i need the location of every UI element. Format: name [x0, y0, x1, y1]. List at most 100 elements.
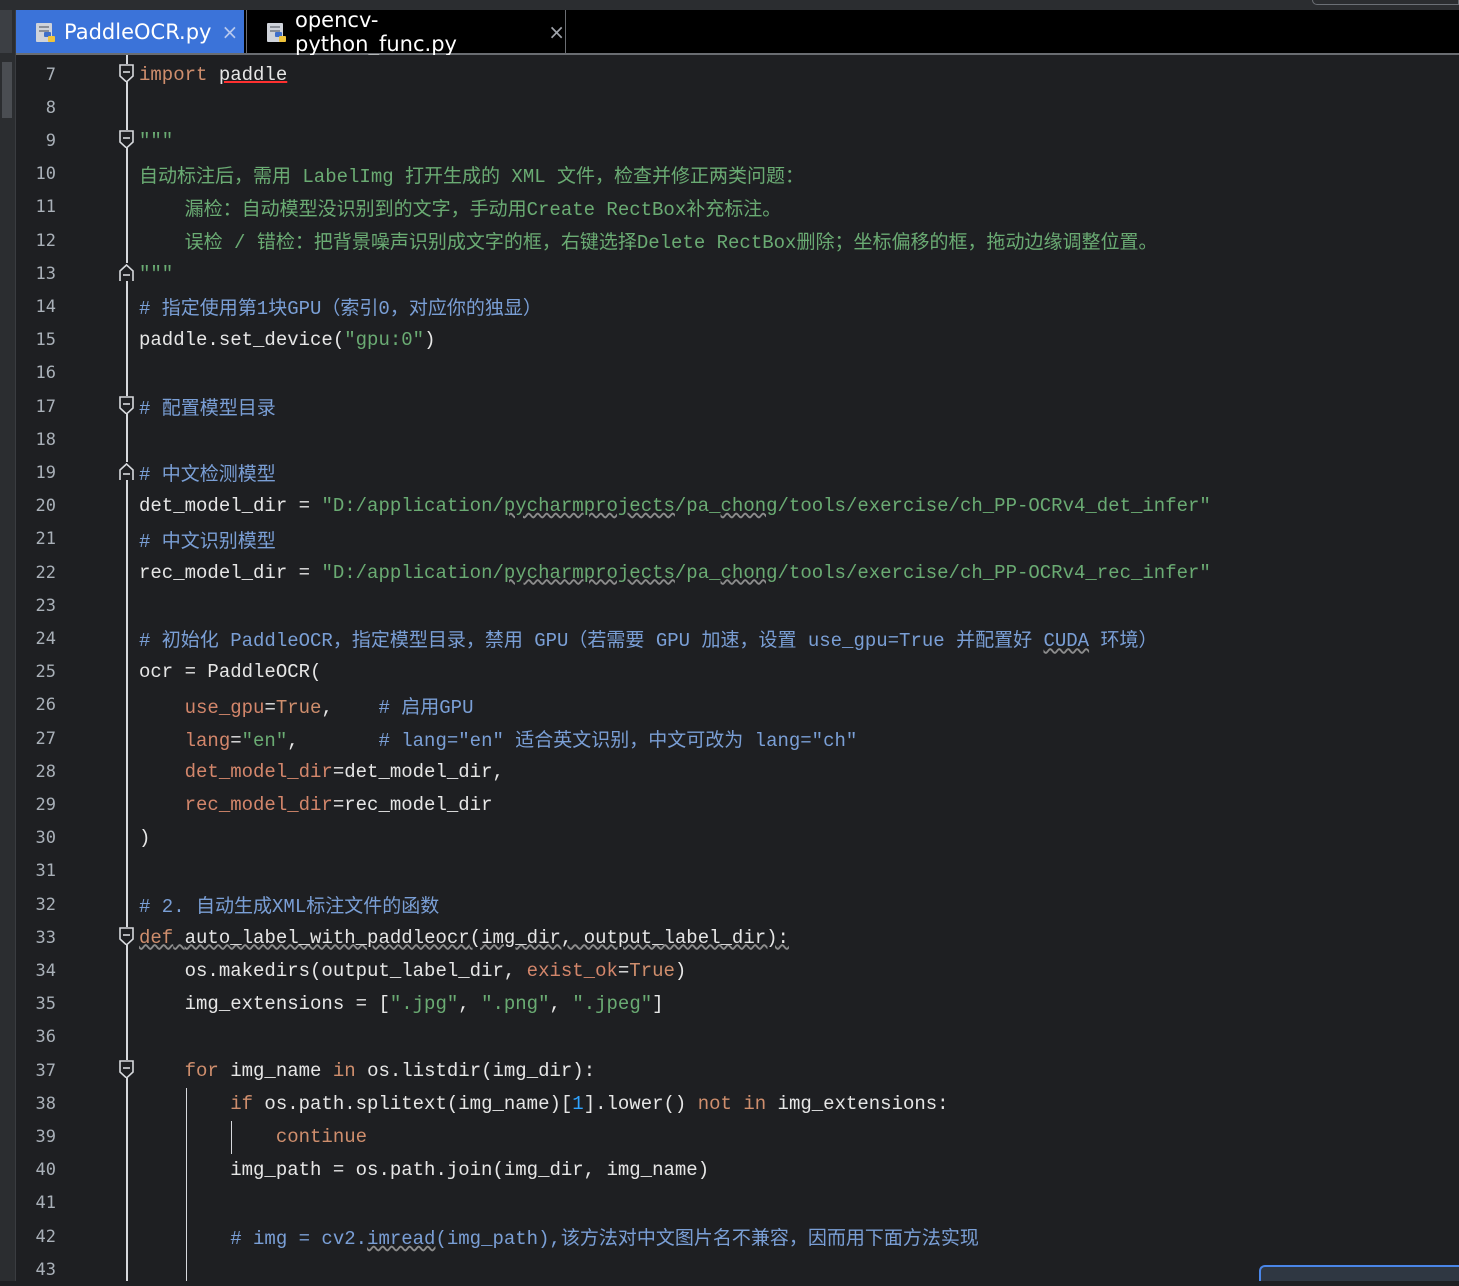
- code-text[interactable]: paddle.set_device("gpu:0"): [139, 329, 435, 351]
- code-line[interactable]: 19 # 中文检测模型: [16, 456, 1459, 489]
- code-text[interactable]: # 中文检测模型: [139, 459, 276, 486]
- line-number: 43: [16, 1260, 56, 1280]
- code-token: [139, 697, 185, 719]
- code-text[interactable]: for img_name in os.listdir(img_dir):: [139, 1060, 595, 1082]
- code-text[interactable]: 误检 / 错检：把背景噪声识别成文字的框，右键选择Delete RectBox删…: [139, 227, 1157, 254]
- code-token: 漏检：自动模型没识别到的文字，手动用Create RectBox补充标注。: [139, 199, 781, 221]
- code-line[interactable]: 20 det_model_dir = "D:/application/pychar…: [16, 490, 1459, 523]
- close-icon[interactable]: ×: [221, 20, 238, 44]
- code-line[interactable]: 35 img_extensions = [".jpg", ".png", ".j…: [16, 988, 1459, 1021]
- code-line[interactable]: 40 img_path = os.path.join(img_dir, img_…: [16, 1154, 1459, 1187]
- code-text[interactable]: import paddle: [139, 64, 287, 86]
- fold-collapse-icon[interactable]: [118, 130, 136, 148]
- tab-paddleocr[interactable]: PaddleOCR.py ×: [16, 10, 244, 53]
- code-line[interactable]: 27 lang="en", # lang="en" 适合英文识别，中文可改为 l…: [16, 722, 1459, 755]
- side-marker: [0, 10, 12, 53]
- side-scroll-thumb[interactable]: [2, 62, 12, 118]
- code-text[interactable]: # 中文识别模型: [139, 526, 276, 553]
- code-line[interactable]: 17# 配置模型目录: [16, 390, 1459, 423]
- code-text[interactable]: # 2. 自动生成XML标注文件的函数: [139, 891, 439, 918]
- code-line[interactable]: 36: [16, 1021, 1459, 1054]
- notification-popup-edge[interactable]: [1259, 1265, 1459, 1281]
- code-text[interactable]: if os.path.splitext(img_name)[1].lower()…: [139, 1093, 949, 1115]
- code-text[interactable]: use_gpu=True, # 启用GPU: [139, 692, 473, 719]
- code-text[interactable]: rec_model_dir=rec_model_dir: [139, 794, 492, 816]
- code-line[interactable]: 15paddle.set_device("gpu:0"): [16, 324, 1459, 357]
- code-line[interactable]: 16: [16, 357, 1459, 390]
- code-line[interactable]: 33def auto_label_with_paddleocr(img_dir,…: [16, 921, 1459, 954]
- fold-collapse-icon[interactable]: [118, 396, 136, 414]
- code-text[interactable]: # 初始化 PaddleOCR，指定模型目录，禁用 GPU（若需要 GPU 加速…: [139, 625, 1157, 652]
- code-line[interactable]: 28 det_model_dir=det_model_dir,: [16, 755, 1459, 788]
- code-line[interactable]: 37 for img_name in os.listdir(img_dir):: [16, 1054, 1459, 1087]
- code-token: ,: [321, 697, 378, 719]
- code-line[interactable]: 22rec_model_dir = "D:/application/pychar…: [16, 556, 1459, 589]
- line-number: 14: [16, 297, 56, 317]
- code-line[interactable]: 39 continue: [16, 1120, 1459, 1153]
- code-token: =: [264, 697, 275, 719]
- line-number: 26: [16, 695, 56, 715]
- code-text[interactable]: os.makedirs(output_label_dir, exist_ok=T…: [139, 960, 686, 982]
- code-text[interactable]: # img = cv2.imread(img_path),该方法对中文图片名不兼…: [139, 1223, 979, 1250]
- fold-collapse-icon[interactable]: [118, 64, 136, 82]
- code-text[interactable]: lang="en", # lang="en" 适合英文识别，中文可改为 lang…: [139, 725, 857, 752]
- code-text[interactable]: img_path = os.path.join(img_dir, img_nam…: [139, 1159, 709, 1181]
- code-line[interactable]: 9""": [16, 124, 1459, 157]
- code-text[interactable]: ): [139, 827, 150, 849]
- code-line[interactable]: 12 误检 / 错检：把背景噪声识别成文字的框，右键选择Delete RectB…: [16, 224, 1459, 257]
- fold-end-icon[interactable]: [118, 462, 136, 480]
- code-line[interactable]: 29 rec_model_dir=rec_model_dir: [16, 788, 1459, 821]
- code-text[interactable]: """: [139, 130, 173, 152]
- code-text[interactable]: img_extensions = [".jpg", ".png", ".jpeg…: [139, 993, 664, 1015]
- code-line[interactable]: 14 # 指定使用第1块GPU（索引0，对应你的独显）: [16, 290, 1459, 323]
- code-token: img_name: [219, 1060, 333, 1082]
- code-line[interactable]: 24# 初始化 PaddleOCR，指定模型目录，禁用 GPU（若需要 GPU …: [16, 622, 1459, 655]
- code-text[interactable]: 自动标注后，需用 LabelImg 打开生成的 XML 文件，检查并修正两类问题…: [139, 161, 804, 188]
- code-text[interactable]: """: [139, 263, 173, 285]
- fold-end-icon[interactable]: [118, 263, 136, 281]
- code-token: [173, 927, 184, 949]
- code-text[interactable]: ocr = PaddleOCR(: [139, 661, 321, 683]
- code-line[interactable]: 21# 中文识别模型: [16, 523, 1459, 556]
- line-number: 12: [16, 231, 56, 251]
- code-line[interactable]: 41: [16, 1187, 1459, 1220]
- close-icon[interactable]: ×: [548, 20, 565, 44]
- tab-label: PaddleOCR.py: [64, 20, 211, 44]
- line-number: 25: [16, 662, 56, 682]
- tab-opencv-python-func[interactable]: opencv-python_func.py ×: [246, 10, 566, 53]
- code-line[interactable]: 25 ocr = PaddleOCR(: [16, 656, 1459, 689]
- code-line[interactable]: 42 # img = cv2.imread(img_path),该方法对中文图片…: [16, 1220, 1459, 1253]
- code-text[interactable]: det_model_dir=det_model_dir,: [139, 761, 504, 783]
- code-line[interactable]: 18: [16, 423, 1459, 456]
- code-line[interactable]: 38 if os.path.splitext(img_name)[1].lowe…: [16, 1087, 1459, 1120]
- code-line[interactable]: 11 漏检：自动模型没识别到的文字，手动用Create RectBox补充标注。: [16, 191, 1459, 224]
- code-line[interactable]: 26 use_gpu=True, # 启用GPU: [16, 689, 1459, 722]
- code-text[interactable]: def auto_label_with_paddleocr(img_dir, o…: [139, 927, 789, 949]
- line-number: 19: [16, 463, 56, 483]
- code-line[interactable]: 34 os.makedirs(output_label_dir, exist_o…: [16, 954, 1459, 987]
- code-line[interactable]: 32# 2. 自动生成XML标注文件的函数: [16, 888, 1459, 921]
- code-token: img_path = os.path.join(img_dir, img_nam…: [139, 1159, 709, 1181]
- code-text[interactable]: # 配置模型目录: [139, 393, 276, 420]
- code-line[interactable]: 8: [16, 91, 1459, 124]
- code-token: [207, 64, 218, 86]
- code-line[interactable]: 7import paddle: [16, 58, 1459, 91]
- window-control-pill[interactable]: [1312, 0, 1459, 5]
- fold-collapse-icon[interactable]: [118, 927, 136, 945]
- code-line[interactable]: 23: [16, 589, 1459, 622]
- code-line[interactable]: 13""": [16, 257, 1459, 290]
- code-line[interactable]: 30): [16, 822, 1459, 855]
- fold-collapse-icon[interactable]: [118, 1060, 136, 1078]
- code-editor[interactable]: 7import paddle89"""10自动标注后，需用 LabelImg 打…: [16, 55, 1459, 1281]
- code-text[interactable]: rec_model_dir = "D:/application/pycharmp…: [139, 562, 1211, 584]
- code-text[interactable]: continue: [139, 1126, 367, 1148]
- code-text[interactable]: # 指定使用第1块GPU（索引0，对应你的独显）: [139, 293, 542, 320]
- code-line[interactable]: 43: [16, 1253, 1459, 1286]
- line-number: 20: [16, 496, 56, 516]
- code-line[interactable]: 10自动标注后，需用 LabelImg 打开生成的 XML 文件，检查并修正两类…: [16, 158, 1459, 191]
- code-text[interactable]: det_model_dir = "D:/application/pycharmp…: [139, 495, 1211, 517]
- code-line[interactable]: 31: [16, 855, 1459, 888]
- code-text[interactable]: 漏检：自动模型没识别到的文字，手动用Create RectBox补充标注。: [139, 194, 781, 221]
- code-token: ].lower(): [584, 1093, 698, 1115]
- code-token: """: [139, 263, 173, 285]
